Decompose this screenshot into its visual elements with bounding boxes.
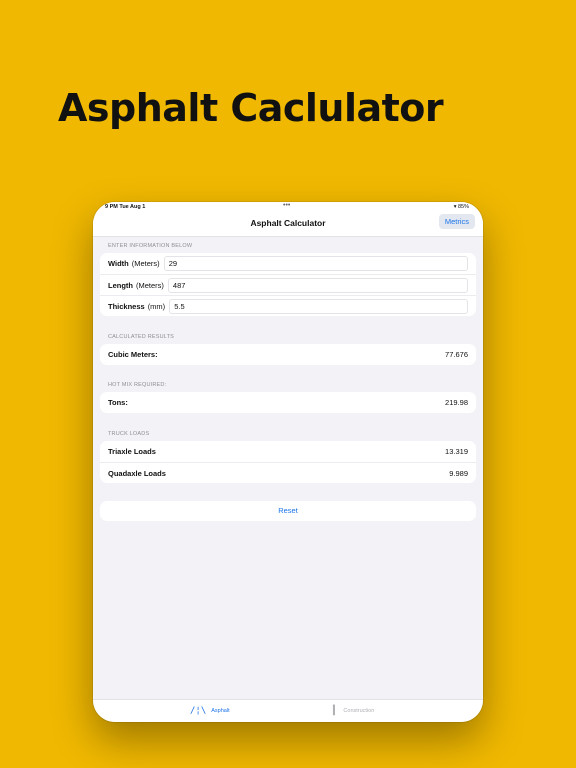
- inputs-group: Width (Meters) 29 Length (Meters) 487 Th…: [100, 253, 476, 316]
- tons-value: 219.98: [445, 398, 468, 407]
- quadaxle-label: Quadaxle Loads: [108, 468, 166, 478]
- metrics-button[interactable]: Metrics: [438, 214, 475, 229]
- tons-row: Tons: 219.98: [100, 392, 476, 413]
- marketing-headline: Asphalt Caclulator: [58, 86, 444, 130]
- cubic-meters-value: 77.676: [445, 350, 468, 359]
- triaxle-row: Triaxle Loads 13.319: [100, 441, 476, 462]
- battery-level: 85%: [457, 204, 469, 210]
- multitasking-dots[interactable]: •••: [283, 202, 290, 209]
- width-row: Width (Meters) 29: [100, 253, 476, 274]
- thickness-row: Thickness (mm) 5.5: [100, 295, 476, 316]
- length-row: Length (Meters) 487: [100, 274, 476, 295]
- battery-indicator: ▾ 85%: [454, 204, 469, 210]
- tab-asphalt[interactable]: /¦\ Asphalt: [190, 706, 230, 716]
- road-icon: /¦\: [190, 706, 207, 716]
- thickness-unit: (mm): [147, 301, 166, 311]
- tab-bar: /¦\ Asphalt ▍ Construction: [93, 699, 483, 722]
- calculated-group: Cubic Meters: 77.676: [100, 344, 476, 365]
- nav-title: Asphalt Calculator: [250, 218, 326, 228]
- length-label: Length: [108, 280, 133, 290]
- navigation-bar: Asphalt Calculator Metrics: [93, 214, 483, 237]
- inputs-section-header: ENTER INFORMATION BELOW: [108, 243, 193, 249]
- width-input[interactable]: 29: [163, 256, 468, 271]
- width-unit: (Meters): [131, 259, 160, 268]
- ipad-screen: 9 PM Tue Aug 1 ••• ▾ 85% Asphalt Calcula…: [93, 202, 483, 722]
- quadaxle-row: Quadaxle Loads 9.989: [100, 462, 476, 483]
- building-icon: ▍: [333, 706, 339, 716]
- hotmix-section-header: HOT MIX REQUIRED:: [108, 382, 167, 388]
- status-bar: 9 PM Tue Aug 1 ••• ▾ 85%: [93, 202, 483, 214]
- cubic-meters-row: Cubic Meters: 77.676: [100, 344, 476, 365]
- calculated-section-header: CALCULATED RESULTS: [108, 334, 175, 340]
- wifi-icon: ▾: [453, 204, 457, 210]
- length-input[interactable]: 487: [167, 277, 468, 293]
- tab-construction[interactable]: ▍ Construction: [333, 706, 374, 716]
- triaxle-label: Triaxle Loads: [108, 447, 156, 456]
- quadaxle-value: 9.989: [449, 468, 468, 478]
- truck-section-header: TRUCK LOADS: [108, 431, 150, 437]
- width-label: Width: [108, 259, 129, 268]
- tab-construction-label: Construction: [343, 708, 375, 714]
- reset-button[interactable]: Reset: [100, 501, 476, 521]
- triaxle-value: 13.319: [445, 447, 468, 456]
- thickness-label: Thickness: [108, 301, 145, 311]
- truck-group: Triaxle Loads 13.319 Quadaxle Loads 9.98…: [100, 441, 476, 483]
- thickness-input[interactable]: 5.5: [169, 298, 468, 314]
- status-time: 9 PM Tue Aug 1: [105, 204, 146, 210]
- cubic-meters-label: Cubic Meters:: [108, 350, 158, 359]
- tab-asphalt-label: Asphalt: [211, 708, 230, 714]
- length-unit: (Meters): [136, 280, 164, 290]
- tons-label: Tons:: [108, 398, 128, 407]
- hotmix-group: Tons: 219.98: [100, 392, 476, 413]
